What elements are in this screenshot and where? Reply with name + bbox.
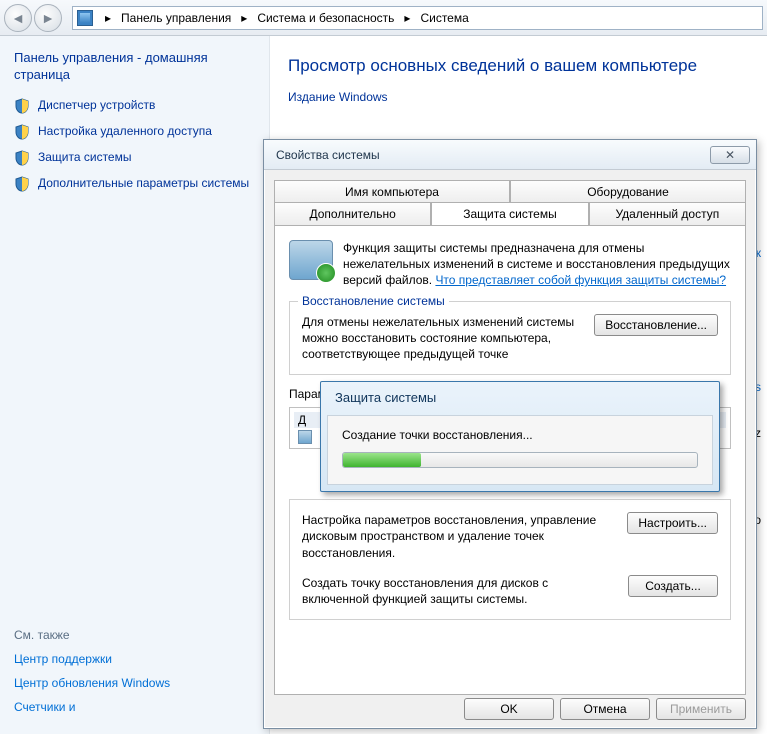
sidebar-home-link[interactable]: Панель управления - домашняя страница bbox=[14, 50, 255, 84]
sidebar: Панель управления - домашняя страница Ди… bbox=[0, 36, 270, 734]
tab-advanced[interactable]: Дополнительно bbox=[274, 202, 431, 225]
sidebar-item-remote-settings[interactable]: Настройка удаленного доступа bbox=[14, 124, 255, 140]
apply-button[interactable]: Применить bbox=[656, 698, 746, 720]
tab-system-protection[interactable]: Защита системы bbox=[431, 202, 588, 225]
sidebar-item-advanced-settings[interactable]: Дополнительные параметры системы bbox=[14, 176, 255, 192]
shield-icon bbox=[14, 150, 30, 166]
system-protection-icon bbox=[289, 240, 333, 280]
sidebar-item-device-manager[interactable]: Диспетчер устройств bbox=[14, 98, 255, 114]
tab-computer-name[interactable]: Имя компьютера bbox=[274, 180, 510, 203]
shield-icon bbox=[14, 124, 30, 140]
breadcrumb[interactable]: ▸ Панель управления ▸ Система и безопасн… bbox=[72, 6, 763, 30]
sidebar-item-label: Защита системы bbox=[38, 150, 131, 166]
column-header-partial: Д bbox=[298, 413, 306, 427]
group-text: Для отмены нежелательных изменений систе… bbox=[302, 314, 584, 363]
chevron-right-icon: ▸ bbox=[398, 11, 416, 25]
breadcrumb-root[interactable]: Панель управления bbox=[117, 11, 235, 25]
configure-button[interactable]: Настроить... bbox=[627, 512, 718, 534]
forward-button[interactable]: ► bbox=[34, 4, 62, 32]
back-button[interactable]: ◄ bbox=[4, 4, 32, 32]
progress-fill bbox=[343, 453, 421, 467]
disk-icon bbox=[298, 430, 312, 444]
close-icon: ✕ bbox=[725, 148, 735, 162]
configure-text: Настройка параметров восстановления, упр… bbox=[302, 512, 617, 561]
dialog-titlebar[interactable]: Свойства системы ✕ bbox=[264, 140, 756, 170]
tab-remote[interactable]: Удаленный доступ bbox=[589, 202, 746, 225]
chevron-right-icon: ▸ bbox=[235, 11, 253, 25]
shield-icon bbox=[14, 98, 30, 114]
control-panel-icon bbox=[77, 10, 93, 26]
shield-icon bbox=[14, 176, 30, 192]
create-button[interactable]: Создать... bbox=[628, 575, 718, 597]
intro-text: Функция защиты системы предназначена для… bbox=[343, 240, 731, 289]
address-bar: ◄ ► ▸ Панель управления ▸ Система и безо… bbox=[0, 0, 767, 36]
dialog-title: Свойства системы bbox=[276, 148, 380, 162]
cancel-button[interactable]: Отмена bbox=[560, 698, 650, 720]
breadcrumb-level2[interactable]: Система и безопасность bbox=[253, 11, 398, 25]
sidebar-item-label: Дополнительные параметры системы bbox=[38, 176, 249, 192]
progress-bar bbox=[342, 452, 698, 468]
system-restore-group: Восстановление системы Для отмены нежела… bbox=[289, 301, 731, 376]
see-also-performance-partial[interactable]: Счетчики и bbox=[14, 700, 255, 714]
breadcrumb-level3[interactable]: Система bbox=[416, 11, 472, 25]
group-title: Восстановление системы bbox=[298, 294, 449, 308]
dialog-button-bar: OK Отмена Применить bbox=[464, 698, 746, 720]
progress-status: Создание точки восстановления... bbox=[342, 428, 698, 442]
see-also-label: См. также bbox=[14, 628, 255, 642]
close-button[interactable]: ✕ bbox=[710, 146, 750, 164]
see-also-windows-update[interactable]: Центр обновления Windows bbox=[14, 676, 255, 690]
system-restore-button[interactable]: Восстановление... bbox=[594, 314, 718, 336]
ok-button[interactable]: OK bbox=[464, 698, 554, 720]
page-title: Просмотр основных сведений о вашем компь… bbox=[288, 56, 749, 76]
section-title: Издание Windows bbox=[288, 90, 749, 104]
chevron-right-icon: ▸ bbox=[99, 11, 117, 25]
tab-hardware[interactable]: Оборудование bbox=[510, 180, 746, 203]
configure-create-group: Настройка параметров восстановления, упр… bbox=[289, 499, 731, 620]
intro-link[interactable]: Что представляет собой функция защиты си… bbox=[435, 273, 726, 287]
create-text: Создать точку восстановления для дисков … bbox=[302, 575, 618, 607]
progress-dialog: Защита системы Создание точки восстановл… bbox=[320, 381, 720, 492]
sidebar-item-system-protection[interactable]: Защита системы bbox=[14, 150, 255, 166]
sidebar-item-label: Диспетчер устройств bbox=[38, 98, 155, 114]
see-also-action-center[interactable]: Центр поддержки bbox=[14, 652, 255, 666]
sidebar-item-label: Настройка удаленного доступа bbox=[38, 124, 212, 140]
progress-title: Защита системы bbox=[321, 382, 719, 409]
